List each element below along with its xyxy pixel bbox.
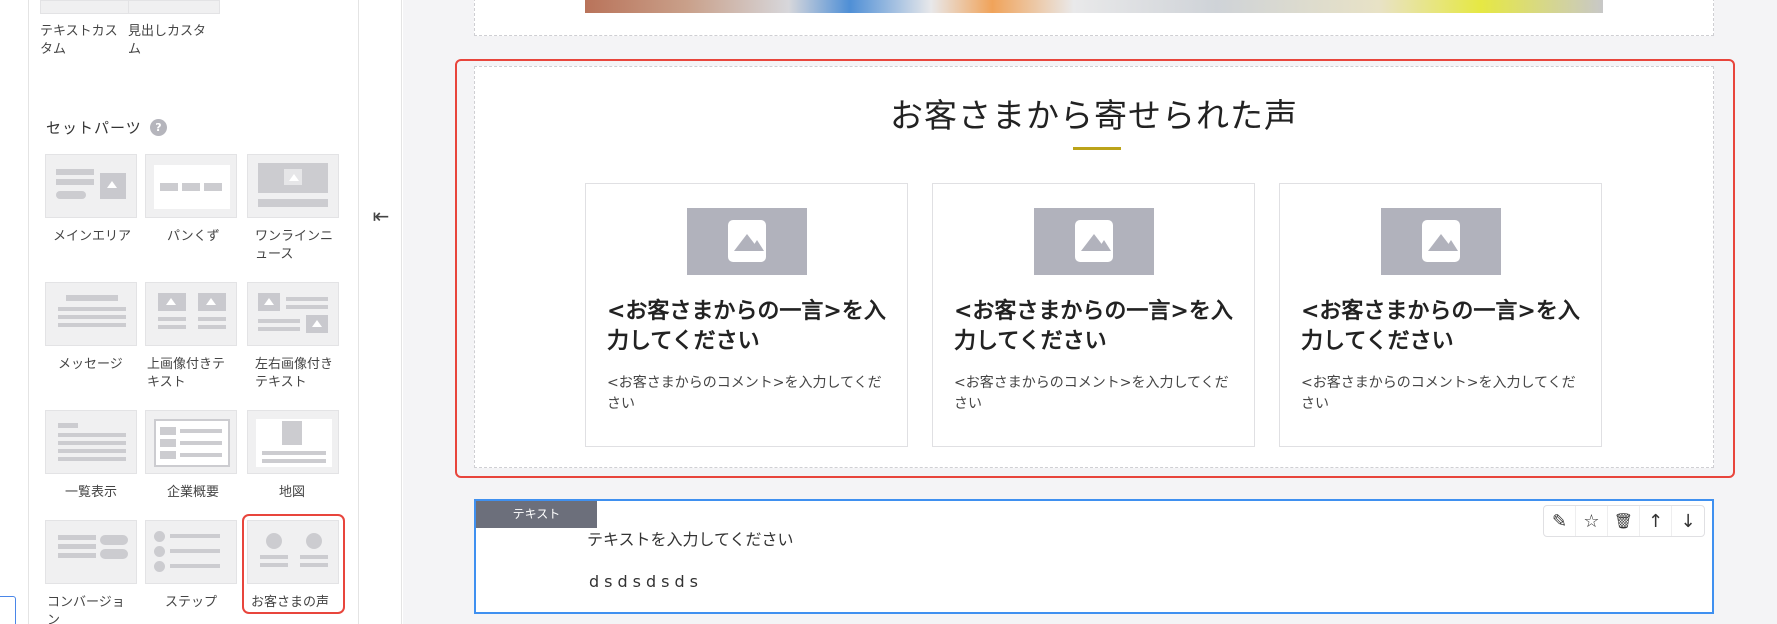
list-thumb-icon [45,410,137,474]
main-area-thumb-icon [45,154,137,218]
part-label: パンくず [167,229,220,244]
voice-section-title[interactable]: お客さまから寄せられた声 [475,89,1713,137]
part-company[interactable]: 企業概要 [145,410,237,502]
image-placeholder-icon[interactable] [687,208,807,275]
part-label: テキストカスタム [40,24,118,57]
part-side-image-text[interactable]: 左右画像付きテキスト [247,282,339,392]
block-type-tag: テキスト [476,501,597,528]
part-heading-custom[interactable]: 見出しカスタム [128,0,220,59]
parts-panel: テキストカスタム 見出しカスタム セットパーツ ? メインエリア パンくず ワン… [29,0,359,624]
voice-card[interactable]: <お客さまからの一言>を入力してください <お客さまからのコメント>を入力してく… [1279,183,1602,447]
collapse-column: ⇤ [359,0,402,624]
part-label: メッセージ [58,357,123,372]
text-block-content[interactable]: dsdsdsds [589,572,703,591]
part-label: 左右画像付きテキスト [255,357,334,390]
company-thumb-icon [145,410,237,474]
part-top-image-text[interactable]: 上画像付きテキスト [145,282,237,392]
part-main-area[interactable]: メインエリア [45,154,137,246]
customer-voice-section[interactable]: お客さまから寄せられた声 <お客さまからの一言>を入力してください <お客さまか… [474,66,1714,468]
map-thumb-icon [247,410,339,474]
message-thumb-icon [45,282,137,346]
title-accent-bar [1073,147,1121,150]
text-block[interactable]: テキスト テキストを入力してください dsdsdsds ✎ ☆ 🗑 ↑ ↓ [474,499,1714,614]
top-image-text-thumb-icon [145,282,237,346]
voice-card-heading[interactable]: <お客さまからの一言>を入力してください [954,297,1244,357]
editor-canvas: お客さまから寄せられた声 <お客さまからの一言>を入力してください <お客さまか… [403,0,1777,624]
text-block-placeholder[interactable]: テキストを入力してください [587,526,794,550]
previous-block[interactable] [474,0,1714,36]
part-list[interactable]: 一覧表示 [45,410,137,502]
part-label: ワンラインニュース [255,229,334,262]
collapse-panel-icon[interactable]: ⇤ [367,204,395,228]
part-message[interactable]: メッセージ [45,282,137,374]
voice-card-body[interactable]: <お客さまからのコメント>を入力してください [1301,373,1586,415]
block-toolbar: ✎ ☆ 🗑 ↑ ↓ [1543,505,1705,537]
side-image-text-thumb-icon [247,282,339,346]
image-placeholder-icon[interactable] [1034,208,1154,275]
arrow-down-icon[interactable]: ↓ [1672,506,1704,536]
voice-card[interactable]: <お客さまからの一言>を入力してください <お客さまからのコメント>を入力してく… [585,183,908,447]
part-label: メインエリア [53,229,132,244]
conversion-thumb-icon [45,520,137,584]
part-label: 上画像付きテキスト [147,357,226,390]
pencil-icon[interactable]: ✎ [1544,506,1576,536]
part-breadcrumb[interactable]: パンくず [145,154,237,246]
part-conversion[interactable]: コンバージョン [45,520,137,624]
part-thumbnail [128,0,220,14]
voice-card-heading[interactable]: <お客さまからの一言>を入力してください [1301,297,1591,357]
voice-card-heading[interactable]: <お客さまからの一言>を入力してください [607,297,897,357]
part-oneline-news[interactable]: ワンラインニュース [247,154,339,264]
left-strip [0,0,29,624]
part-label: ステップ [165,595,218,610]
part-label: 企業概要 [167,485,220,500]
breadcrumb-thumb-icon [145,154,237,218]
part-thumbnail [40,0,132,14]
help-icon[interactable]: ? [150,119,167,136]
arrow-up-icon[interactable]: ↑ [1640,506,1672,536]
voice-card-body[interactable]: <お客さまからのコメント>を入力してください [954,373,1239,415]
step-thumb-icon [145,520,237,584]
part-label: 地図 [279,485,306,500]
previous-block-image [585,0,1603,13]
part-step[interactable]: ステップ [145,520,237,612]
set-parts-title: セットパーツ [46,119,142,137]
voice-card-body[interactable]: <お客さまからのコメント>を入力してください [607,373,892,415]
strip-input-box[interactable] [0,596,16,624]
part-map[interactable]: 地図 [247,410,339,502]
trash-icon[interactable]: 🗑 [1608,506,1640,536]
oneline-news-thumb-icon [247,154,339,218]
page-builder-app: テキストカスタム 見出しカスタム セットパーツ ? メインエリア パンくず ワン… [0,0,1777,624]
star-icon[interactable]: ☆ [1576,506,1608,536]
selected-part-outline [242,514,345,614]
part-label: 見出しカスタム [128,24,207,57]
image-placeholder-icon[interactable] [1381,208,1501,275]
part-label: 一覧表示 [65,485,118,500]
voice-card[interactable]: <お客さまからの一言>を入力してください <お客さまからのコメント>を入力してく… [932,183,1255,447]
part-label: コンバージョン [47,595,125,624]
part-text-custom[interactable]: テキストカスタム [40,0,132,59]
